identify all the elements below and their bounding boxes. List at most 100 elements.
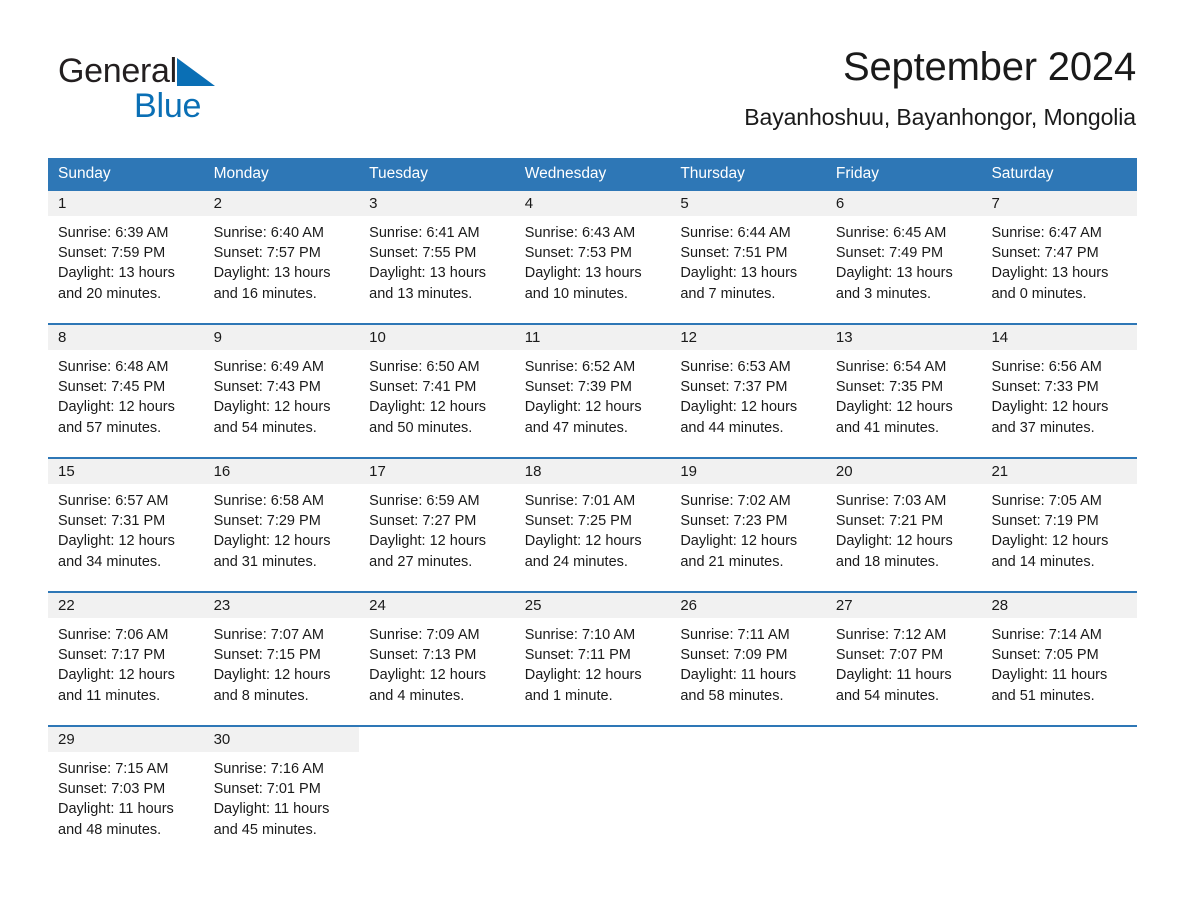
day-info: Sunrise: 6:56 AM Sunset: 7:33 PM Dayligh… xyxy=(981,350,1137,438)
day-cell[interactable]: 14 Sunrise: 6:56 AM Sunset: 7:33 PM Dayl… xyxy=(981,325,1138,457)
day-number: 2 xyxy=(203,191,360,216)
day-number xyxy=(981,727,1137,752)
day-cell[interactable]: 7 Sunrise: 6:47 AM Sunset: 7:47 PM Dayli… xyxy=(981,191,1138,323)
daylight-text-line2: and 54 minutes. xyxy=(835,687,940,704)
daylight-text-line1: Daylight: 13 hours xyxy=(524,265,642,282)
day-cell[interactable]: 4 Sunrise: 6:43 AM Sunset: 7:53 PM Dayli… xyxy=(514,191,671,323)
daylight-text-line2: and 0 minutes. xyxy=(991,285,1087,302)
day-cell[interactable]: 27 Sunrise: 7:12 AM Sunset: 7:07 PM Dayl… xyxy=(825,593,982,725)
day-cell[interactable]: 24 Sunrise: 7:09 AM Sunset: 7:13 PM Dayl… xyxy=(359,593,515,725)
day-info: Sunrise: 7:05 AM Sunset: 7:19 PM Dayligh… xyxy=(981,484,1137,572)
sunset-text: Sunset: 7:01 PM xyxy=(213,781,321,798)
day-info: Sunrise: 7:12 AM Sunset: 7:07 PM Dayligh… xyxy=(826,618,982,706)
day-info: Sunrise: 6:58 AM Sunset: 7:29 PM Dayligh… xyxy=(204,484,360,572)
daylight-text-line1: Daylight: 12 hours xyxy=(213,399,331,416)
daylight-text-line1: Daylight: 12 hours xyxy=(835,399,953,416)
day-number xyxy=(670,727,826,752)
day-number: 13 xyxy=(825,325,982,350)
daylight-text-line2: and 50 minutes. xyxy=(369,419,473,436)
daylight-text-line1: Daylight: 13 hours xyxy=(213,265,331,282)
sunset-text: Sunset: 7:05 PM xyxy=(991,647,1099,664)
day-number: 27 xyxy=(825,593,982,618)
sunrise-text: Sunrise: 7:10 AM xyxy=(524,627,636,643)
day-cell[interactable]: 22 Sunrise: 7:06 AM Sunset: 7:17 PM Dayl… xyxy=(48,593,204,725)
day-cell[interactable]: 10 Sunrise: 6:50 AM Sunset: 7:41 PM Dayl… xyxy=(359,325,515,457)
daylight-text-line2: and 4 minutes. xyxy=(369,687,465,704)
day-info: Sunrise: 6:57 AM Sunset: 7:31 PM Dayligh… xyxy=(48,484,204,572)
sunset-text: Sunset: 7:15 PM xyxy=(213,647,321,664)
day-info: Sunrise: 7:16 AM Sunset: 7:01 PM Dayligh… xyxy=(204,752,360,840)
week-row: 22 Sunrise: 7:06 AM Sunset: 7:17 PM Dayl… xyxy=(48,591,1138,725)
sunrise-text: Sunrise: 7:09 AM xyxy=(369,627,480,643)
weekday-header-row: Sunday Monday Tuesday Wednesday Thursday… xyxy=(48,158,1137,189)
day-cell[interactable]: 15 Sunrise: 6:57 AM Sunset: 7:31 PM Dayl… xyxy=(48,459,204,591)
day-info: Sunrise: 7:03 AM Sunset: 7:21 PM Dayligh… xyxy=(826,484,982,572)
daylight-text-line1: Daylight: 11 hours xyxy=(680,667,797,684)
daylight-text-line1: Daylight: 11 hours xyxy=(213,801,330,818)
logo-triangle-icon xyxy=(176,58,215,86)
sunrise-text: Sunrise: 6:43 AM xyxy=(524,225,636,241)
sunset-text: Sunset: 7:39 PM xyxy=(524,379,632,396)
daylight-text-line2: and 1 minute. xyxy=(524,687,613,704)
sunset-text: Sunset: 7:03 PM xyxy=(58,781,166,798)
sunset-text: Sunset: 7:35 PM xyxy=(835,379,944,396)
day-info: Sunrise: 6:44 AM Sunset: 7:51 PM Dayligh… xyxy=(670,216,826,304)
day-cell[interactable]: 26 Sunrise: 7:11 AM Sunset: 7:09 PM Dayl… xyxy=(670,593,826,725)
sunrise-text: Sunrise: 6:49 AM xyxy=(213,359,324,375)
day-cell[interactable]: 1 Sunrise: 6:39 AM Sunset: 7:59 PM Dayli… xyxy=(48,191,204,323)
day-cell[interactable]: 28 Sunrise: 7:14 AM Sunset: 7:05 PM Dayl… xyxy=(981,593,1138,725)
day-cell[interactable]: 8 Sunrise: 6:48 AM Sunset: 7:45 PM Dayli… xyxy=(48,325,204,457)
day-number: 5 xyxy=(670,191,826,216)
sunset-text: Sunset: 7:55 PM xyxy=(369,245,477,262)
daylight-text-line1: Daylight: 12 hours xyxy=(524,399,642,416)
sunrise-text: Sunrise: 6:41 AM xyxy=(369,225,480,241)
day-number: 15 xyxy=(48,459,204,484)
day-cell[interactable]: 5 Sunrise: 6:44 AM Sunset: 7:51 PM Dayli… xyxy=(670,191,826,323)
sunset-text: Sunset: 7:37 PM xyxy=(680,379,788,396)
generalblue-logo[interactable]: General Blue xyxy=(58,52,288,124)
day-number: 20 xyxy=(825,459,982,484)
day-cell[interactable]: 11 Sunrise: 6:52 AM Sunset: 7:39 PM Dayl… xyxy=(514,325,671,457)
day-info: Sunrise: 7:10 AM Sunset: 7:11 PM Dayligh… xyxy=(515,618,671,706)
sunrise-text: Sunrise: 7:15 AM xyxy=(58,761,169,777)
sunrise-text: Sunrise: 6:50 AM xyxy=(369,359,480,375)
weekday-header-sunday: Sunday xyxy=(58,165,111,182)
sunrise-text: Sunrise: 6:58 AM xyxy=(213,493,324,509)
day-number: 26 xyxy=(670,593,826,618)
week-row: 8 Sunrise: 6:48 AM Sunset: 7:45 PM Dayli… xyxy=(48,323,1138,457)
day-cell[interactable]: 9 Sunrise: 6:49 AM Sunset: 7:43 PM Dayli… xyxy=(203,325,360,457)
sunrise-text: Sunrise: 7:11 AM xyxy=(680,627,790,643)
day-cell[interactable]: 6 Sunrise: 6:45 AM Sunset: 7:49 PM Dayli… xyxy=(825,191,982,323)
day-cell[interactable]: 16 Sunrise: 6:58 AM Sunset: 7:29 PM Dayl… xyxy=(203,459,360,591)
day-cell[interactable]: 20 Sunrise: 7:03 AM Sunset: 7:21 PM Dayl… xyxy=(825,459,982,591)
day-number: 7 xyxy=(981,191,1138,216)
sunset-text: Sunset: 7:51 PM xyxy=(680,245,788,262)
daylight-text-line2: and 34 minutes. xyxy=(58,553,162,570)
daylight-text-line1: Daylight: 12 hours xyxy=(369,533,487,550)
week-row: 29 Sunrise: 7:15 AM Sunset: 7:03 PM Dayl… xyxy=(48,725,1137,847)
sunset-text: Sunset: 7:27 PM xyxy=(369,513,477,530)
day-cell[interactable]: 17 Sunrise: 6:59 AM Sunset: 7:27 PM Dayl… xyxy=(359,459,515,591)
daylight-text-line1: Daylight: 12 hours xyxy=(369,399,487,416)
daylight-text-line1: Daylight: 12 hours xyxy=(991,399,1109,416)
daylight-text-line2: and 58 minutes. xyxy=(680,687,784,704)
day-cell[interactable]: 19 Sunrise: 7:02 AM Sunset: 7:23 PM Dayl… xyxy=(670,459,826,591)
sunrise-text: Sunrise: 6:53 AM xyxy=(680,359,791,375)
calendar-page: General Blue September 2024 Bayanhoshuu,… xyxy=(0,0,1188,918)
day-cell[interactable]: 30 Sunrise: 7:16 AM Sunset: 7:01 PM Dayl… xyxy=(203,727,360,847)
day-cell[interactable]: 3 Sunrise: 6:41 AM Sunset: 7:55 PM Dayli… xyxy=(359,191,515,323)
sunrise-text: Sunrise: 6:47 AM xyxy=(991,225,1102,241)
day-cell[interactable]: 2 Sunrise: 6:40 AM Sunset: 7:57 PM Dayli… xyxy=(203,191,360,323)
day-cell[interactable]: 12 Sunrise: 6:53 AM Sunset: 7:37 PM Dayl… xyxy=(670,325,826,457)
daylight-text-line1: Daylight: 12 hours xyxy=(680,533,798,550)
day-cell[interactable]: 21 Sunrise: 7:05 AM Sunset: 7:19 PM Dayl… xyxy=(981,459,1138,591)
sunset-text: Sunset: 7:31 PM xyxy=(58,513,166,530)
day-cell[interactable]: 18 Sunrise: 7:01 AM Sunset: 7:25 PM Dayl… xyxy=(514,459,671,591)
daylight-text-line2: and 45 minutes. xyxy=(213,821,317,838)
sunrise-text: Sunrise: 6:44 AM xyxy=(680,225,791,241)
day-cell[interactable]: 25 Sunrise: 7:10 AM Sunset: 7:11 PM Dayl… xyxy=(514,593,671,725)
day-cell[interactable]: 13 Sunrise: 6:54 AM Sunset: 7:35 PM Dayl… xyxy=(825,325,982,457)
day-cell[interactable]: 29 Sunrise: 7:15 AM Sunset: 7:03 PM Dayl… xyxy=(48,727,204,847)
day-number: 30 xyxy=(203,727,360,752)
day-cell[interactable]: 23 Sunrise: 7:07 AM Sunset: 7:15 PM Dayl… xyxy=(203,593,360,725)
